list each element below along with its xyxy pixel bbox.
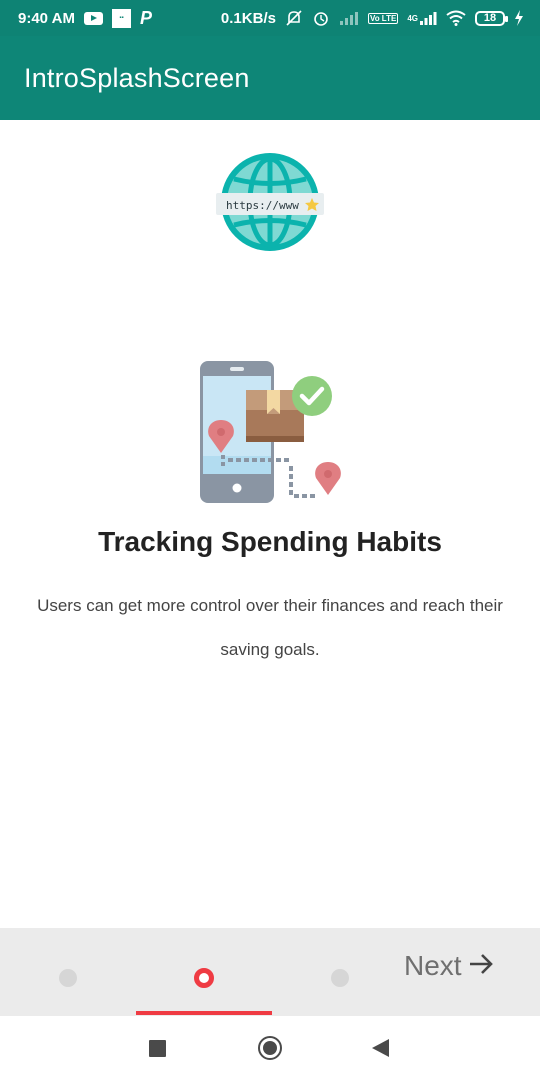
globe-url-text: https://www <box>226 199 299 212</box>
p-app-icon: P <box>139 7 152 28</box>
app-title: IntroSplashScreen <box>24 62 250 93</box>
pager-bar: Next <box>0 928 540 1016</box>
network-type: 4G <box>407 13 418 23</box>
page-indicator <box>136 1011 272 1015</box>
battery-level: 18 <box>483 12 497 24</box>
phone-package-icon <box>200 361 341 503</box>
charging-icon <box>514 10 524 26</box>
mute-icon <box>285 9 303 27</box>
status-bar-left: 9:40 AM ▪▪ P <box>18 8 152 29</box>
battery-icon: 18 <box>475 10 508 26</box>
page-dot-2-active[interactable] <box>194 968 214 988</box>
slide-description: Users can get more control over their fi… <box>37 596 503 659</box>
slide-title: Tracking Spending Habits <box>98 526 442 557</box>
arrow-right-icon <box>468 951 494 981</box>
home-icon[interactable] <box>258 1036 282 1060</box>
page-dot-1[interactable] <box>59 969 77 987</box>
wifi-icon <box>446 10 466 26</box>
volte-badge: Vo LTE <box>367 12 399 24</box>
status-bar: 9:40 AM ▪▪ P 0.1KB/s Vo LTE 4G 18 <box>0 0 540 36</box>
youtube-icon <box>83 11 103 25</box>
page-dot-3[interactable] <box>331 969 349 987</box>
next-button[interactable]: Next <box>404 946 494 986</box>
tracking-illustration <box>190 358 345 506</box>
next-label: Next <box>404 950 462 981</box>
recents-icon[interactable] <box>149 1040 166 1057</box>
globe-icon: https://www <box>216 153 324 251</box>
app-bar: IntroSplashScreen <box>0 36 540 120</box>
app-icon: ▪▪ <box>111 8 131 28</box>
alarm-icon <box>312 9 330 27</box>
system-nav-bar <box>0 1016 540 1080</box>
network-speed: 0.1KB/s <box>220 9 276 27</box>
globe-logo: https://www <box>216 152 326 256</box>
signal-4g-icon: 4G <box>407 11 437 25</box>
status-time: 9:40 AM <box>18 9 75 27</box>
signal-icon <box>339 11 359 25</box>
status-bar-right: 0.1KB/s Vo LTE 4G 18 <box>221 9 524 27</box>
back-icon[interactable] <box>372 1039 389 1057</box>
